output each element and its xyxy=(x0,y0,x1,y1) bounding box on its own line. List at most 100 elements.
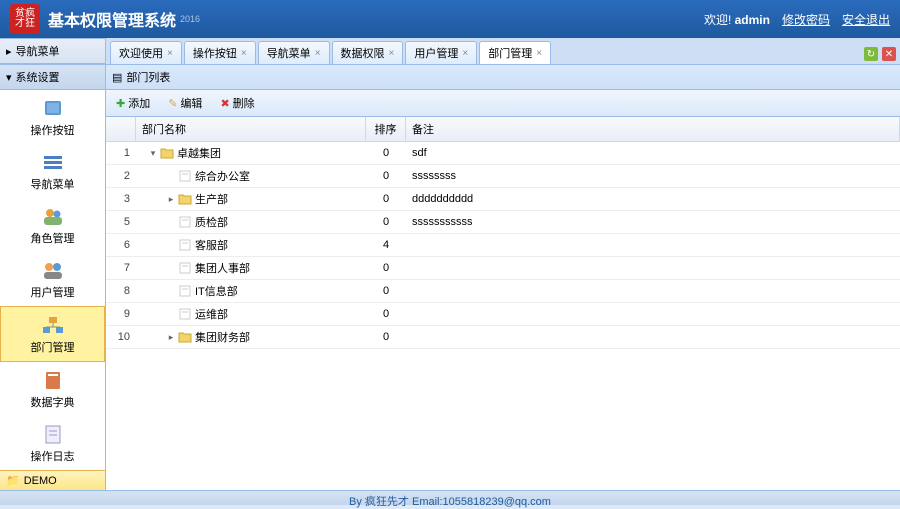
table-row[interactable]: 5质检部0sssssssssss xyxy=(106,211,900,234)
menu-icon-icon xyxy=(39,150,67,174)
close-icon[interactable]: × xyxy=(536,48,542,59)
row-sort: 0 xyxy=(366,282,406,300)
table-row[interactable]: 7 集团人事部 0 xyxy=(106,257,900,280)
table-row[interactable]: 2综合办公室0ssssssss xyxy=(106,165,900,188)
dept-name: 生产部 xyxy=(195,191,228,207)
refresh-icon[interactable]: ↻ xyxy=(864,47,878,61)
tree-toggle-icon[interactable]: ▸ xyxy=(164,192,178,206)
folder-icon xyxy=(160,147,174,159)
close-icon[interactable]: × xyxy=(462,48,468,59)
tab-tools: ↻ ✕ xyxy=(864,47,896,64)
table-row[interactable]: 3▸生产部0dddddddddd xyxy=(106,188,900,211)
delete-button[interactable]: ✖ 删除 xyxy=(216,93,258,113)
tab-0[interactable]: 欢迎使用 × xyxy=(110,41,182,64)
row-name-cell: 质检部 xyxy=(136,211,366,233)
row-sort: 0 xyxy=(366,213,406,231)
button-label: 删除 xyxy=(233,95,255,111)
list-icon: ▤ xyxy=(112,71,122,84)
users-icon xyxy=(39,258,67,282)
row-sort: 0 xyxy=(366,259,406,277)
accordion-label: DEMO xyxy=(24,475,57,487)
row-remark: dddddddddd xyxy=(406,190,900,208)
close-icon[interactable]: × xyxy=(241,48,247,59)
row-number: 8 xyxy=(106,282,136,300)
folder-icon xyxy=(178,170,192,182)
tree-toggle-icon xyxy=(164,307,178,321)
log-icon xyxy=(39,422,67,446)
toolbar: ✚ 添加 ✎ 编辑 ✖ 删除 xyxy=(106,90,900,117)
row-number: 9 xyxy=(106,305,136,323)
close-icon[interactable]: × xyxy=(167,48,173,59)
row-number: 7 xyxy=(106,259,136,277)
book-icon xyxy=(39,368,67,392)
tab-2[interactable]: 导航菜单× xyxy=(258,41,330,64)
tree-toggle-icon[interactable]: ▾ xyxy=(146,146,160,160)
sidebar-item-label: 导航菜单 xyxy=(4,176,101,192)
close-all-icon[interactable]: ✕ xyxy=(882,47,896,61)
close-icon[interactable]: × xyxy=(389,48,395,59)
sidebar-item-4[interactable]: 部门管理 xyxy=(0,306,105,362)
sidebar-item-label: 操作按钮 xyxy=(4,122,101,138)
dept-name: 集团人事部 xyxy=(195,260,250,276)
tab-4[interactable]: 用户管理 × xyxy=(405,41,477,64)
row-number: 5 xyxy=(106,213,136,231)
tree-toggle-icon xyxy=(164,261,178,275)
table-row[interactable]: 8IT信息部0 xyxy=(106,280,900,303)
tab-1[interactable]: 操作按钮 × xyxy=(184,41,256,64)
folder-icon xyxy=(178,308,192,320)
row-name-cell: 运维部 xyxy=(136,303,366,325)
change-password-link[interactable]: 修改密码 xyxy=(782,11,830,28)
accordion-label: 导航菜单 xyxy=(16,43,60,59)
tree-toggle-icon xyxy=(164,169,178,183)
table-row[interactable]: 10▸集团财务部0 xyxy=(106,326,900,349)
row-sort: 0 xyxy=(366,167,406,185)
col-remark[interactable]: 备注 xyxy=(406,117,900,141)
accordion-label: 系统设置 xyxy=(16,69,60,85)
table-row[interactable]: 6客服部4 xyxy=(106,234,900,257)
tab-5[interactable]: 部门管理 × xyxy=(479,41,551,64)
sidebar-item-1[interactable]: 导航菜单 xyxy=(0,144,105,198)
button-label: 添加 xyxy=(128,95,150,111)
plus-icon: ✚ xyxy=(116,97,125,110)
sidebar-item-0[interactable]: 操作按钮 xyxy=(0,90,105,144)
tree-toggle-icon[interactable]: ▸ xyxy=(164,330,178,344)
edit-button[interactable]: ✎ 编辑 xyxy=(164,93,206,113)
panel-title-bar: ▤ 部门列表 xyxy=(106,65,900,90)
folder-icon xyxy=(178,285,192,297)
add-button[interactable]: ✚ 添加 xyxy=(112,93,154,113)
col-name[interactable]: 部门名称 xyxy=(136,117,366,141)
cube-blue-icon xyxy=(39,96,67,120)
folder-icon xyxy=(178,193,192,205)
sidebar-item-label: 数据字典 xyxy=(4,394,101,410)
accordion-system-settings[interactable]: ▾ 系统设置 xyxy=(0,64,105,90)
sidebar-item-3[interactable]: 用户管理 xyxy=(0,252,105,306)
chevron-right-icon: ▸ xyxy=(6,45,12,58)
accordion-nav-menu[interactable]: ▸ 导航菜单 xyxy=(0,38,105,64)
table-row[interactable]: 9运维部0 xyxy=(106,303,900,326)
app-title: 基本权限管理系统 xyxy=(48,7,176,31)
sidebar-item-6[interactable]: 操作日志 xyxy=(0,416,105,470)
tab-label: 欢迎使用 xyxy=(119,45,163,61)
row-remark xyxy=(406,265,900,271)
logout-link[interactable]: 安全退出 xyxy=(842,11,890,28)
sidebar-item-2[interactable]: 角色管理 xyxy=(0,198,105,252)
tab-3[interactable]: 数据权限× xyxy=(332,41,404,64)
row-remark xyxy=(406,311,900,317)
sidebar-item-label: 角色管理 xyxy=(4,230,101,246)
accordion-body: 操作按钮导航菜单角色管理用户管理部门管理数据字典操作日志个性化设置数据库 xyxy=(0,90,105,470)
close-icon[interactable]: × xyxy=(315,48,321,59)
sidebar-item-5[interactable]: 数据字典 xyxy=(0,362,105,416)
tab-label: 操作按钮 xyxy=(193,45,237,61)
row-remark xyxy=(406,288,900,294)
accordion-demo[interactable]: 📁 DEMO xyxy=(0,470,105,490)
welcome-text: 欢迎! admin xyxy=(704,11,770,28)
tab-label: 用户管理 xyxy=(414,45,458,61)
tab-label: 部门管理 xyxy=(488,45,532,61)
folder-icon: 📁 xyxy=(6,474,20,487)
row-name-cell: 综合办公室 xyxy=(136,165,366,187)
col-sort[interactable]: 排序 xyxy=(366,117,406,141)
sidebar-item-label: 用户管理 xyxy=(4,284,101,300)
table-row[interactable]: 1▾卓越集团0sdf xyxy=(106,142,900,165)
row-sort: 0 xyxy=(366,328,406,346)
dept-name: 卓越集团 xyxy=(177,145,221,161)
